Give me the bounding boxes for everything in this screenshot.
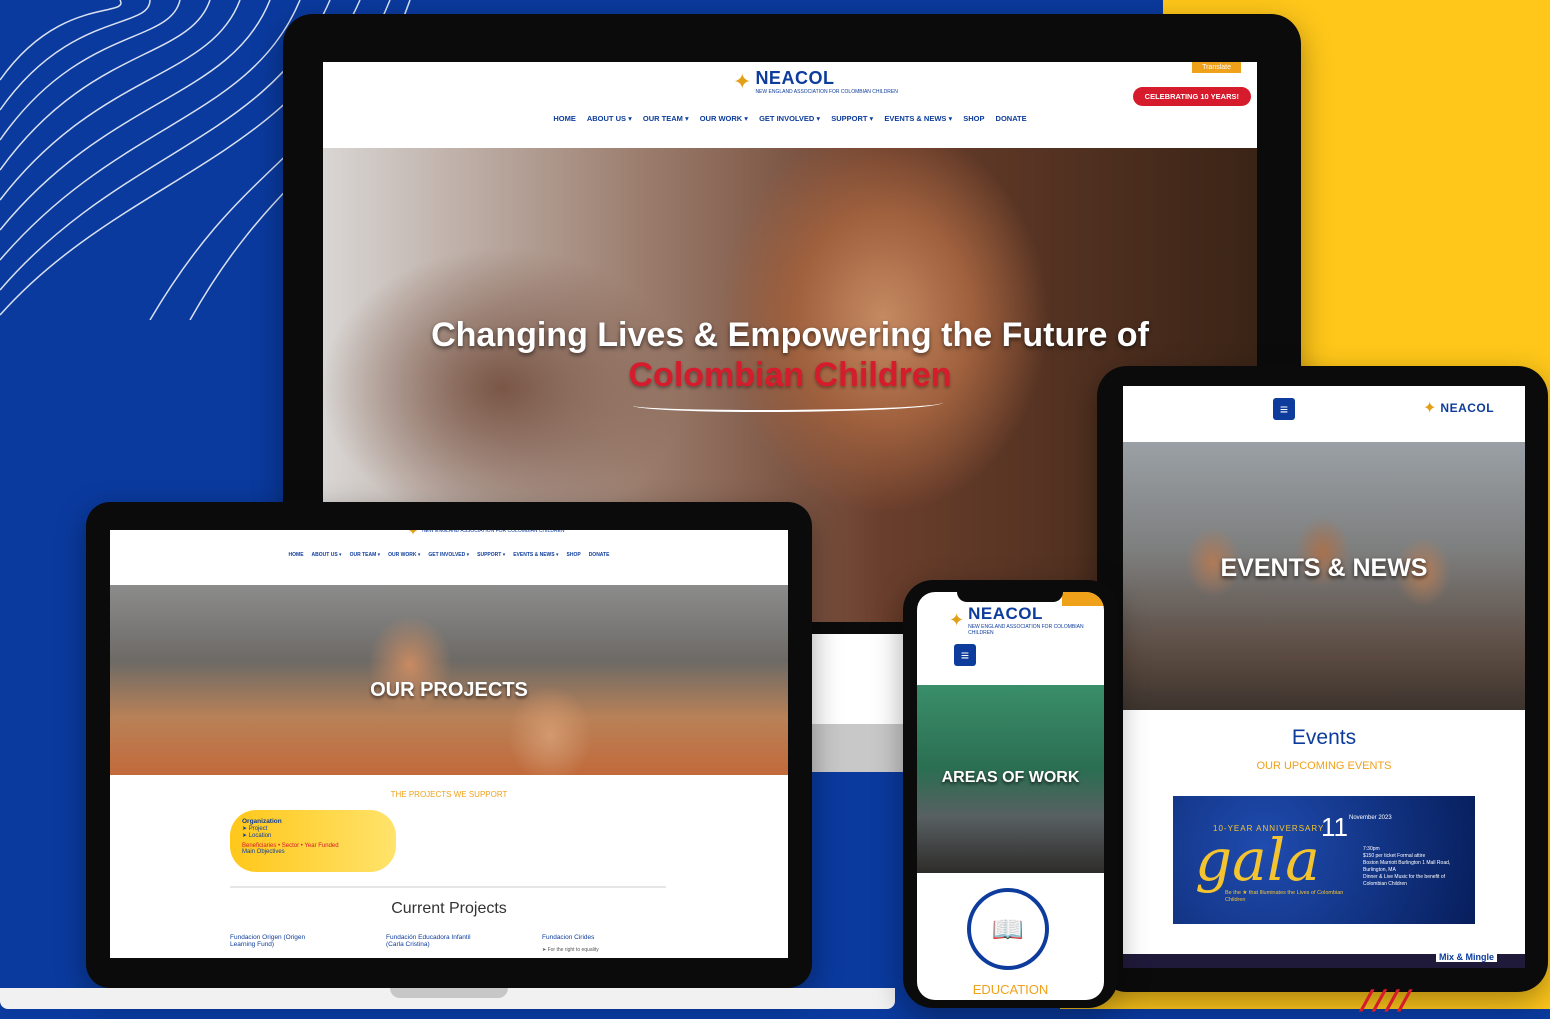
phone-screen: ✦ NEACOL NEW ENGLAND ASSOCIATION FOR COL…	[917, 592, 1104, 1000]
star-logo-icon: ✦	[733, 68, 752, 94]
neacol-logo[interactable]: ✦ NEACOL NEW ENGLAND ASSOCIATION FOR COL…	[733, 68, 898, 95]
mix-mingle-label[interactable]: Mix & Mingle	[1435, 952, 1497, 962]
nav-donate[interactable]: DONATE	[996, 114, 1027, 123]
monitor-stand-base	[810, 724, 910, 772]
org-card-line: ➤ Project	[242, 826, 268, 832]
project-note: ➤ For the right to equality	[542, 947, 599, 953]
nav-shop[interactable]: SHOP	[963, 114, 984, 123]
nav-involved[interactable]: GET INVOLVED ▾	[759, 114, 820, 123]
gala-info: 7:30pm $150 per ticket Formal attire Bos…	[1363, 846, 1463, 888]
book-icon: 📖	[991, 914, 1025, 944]
hamburger-menu-icon[interactable]: ≡	[1273, 398, 1295, 420]
gala-venue: Boston Marriott Burlington 1 Mall Road, …	[1363, 860, 1451, 873]
projects-hero-title: OUR PROJECTS	[370, 679, 528, 701]
current-projects-heading: Current Projects	[391, 900, 507, 917]
events-heading: Events	[1291, 726, 1357, 749]
hero-title: Changing Lives & Empowering the Future o…	[431, 316, 1149, 354]
gala-month-year: November 2023	[1349, 815, 1392, 821]
nav-work[interactable]: OUR WORK ▾	[700, 114, 748, 123]
star-logo-icon: ✦	[949, 609, 965, 630]
laptop-notch	[390, 988, 508, 998]
education-circle[interactable]: 📖	[967, 888, 1049, 970]
logo-wordmark: NEACOL	[968, 604, 1043, 623]
org-card-line: ➤ Location	[242, 833, 272, 839]
logo-tagline: NEW ENGLAND ASSOCIATION FOR COLOMBIAN CH…	[755, 89, 898, 95]
tablet-logo[interactable]: ✦ NEACOL	[1423, 398, 1494, 418]
desktop-header: Translate ✦ NEACOL NEW ENGLAND ASSOCIATI…	[323, 62, 1257, 148]
org-card-line: Main Objectives	[242, 849, 285, 855]
project-link[interactable]: Fundacion Origen (Origen Learning Fund)	[230, 934, 330, 953]
nav-team[interactable]: OUR TEAM ▾	[643, 114, 689, 123]
celebrating-button[interactable]: CELEBRATING 10 YEARS!	[1132, 87, 1251, 106]
translate-button[interactable]: Translate	[1192, 62, 1241, 73]
events-hero-image: EVENTS & NEWS	[1123, 442, 1525, 710]
laptop-device: ✦ NEW ENGLAND ASSOCIATION FOR COLOMBIAN …	[86, 502, 812, 988]
tablet-device: ≡ ✦ NEACOL EVENTS & NEWS Events OUR UPCO…	[1097, 366, 1548, 992]
projects-hero-image: OUR PROJECTS	[110, 585, 788, 775]
divider	[230, 886, 666, 888]
nav-support[interactable]: SUPPORT ▾	[831, 114, 873, 123]
nav-home[interactable]: HOME	[553, 114, 576, 123]
gala-script-title: gala	[1195, 826, 1320, 894]
nav-events[interactable]: EVENTS & NEWS ▾	[884, 114, 952, 123]
project-link[interactable]: Fundación Educadora Infantil (Carla Cris…	[386, 934, 486, 953]
projects-list: Fundacion Origen (Origen Learning Fund) …	[230, 934, 642, 953]
hero-underline	[633, 396, 943, 412]
gala-time: 7:30pm	[1363, 846, 1380, 852]
logo-wordmark: NEACOL	[1440, 401, 1495, 415]
education-label: EDUCATION	[972, 982, 1049, 997]
organization-legend-card: Organization ➤ Project ➤ Location Benefi…	[230, 810, 396, 872]
nav-support[interactable]: SUPPORT ▾	[477, 552, 505, 558]
gala-event-banner[interactable]: 10-YEAR ANNIVERSARY gala 11 November 202…	[1173, 796, 1475, 924]
laptop-nav: HOME ABOUT US ▾ OUR TEAM ▾ OUR WORK ▾ GE…	[110, 552, 788, 558]
gala-day: 11	[1321, 812, 1348, 842]
nav-shop[interactable]: SHOP	[567, 552, 581, 558]
nav-about[interactable]: ABOUT US ▾	[312, 552, 342, 558]
upcoming-events-label: OUR UPCOMING EVENTS	[1256, 760, 1392, 772]
nav-team[interactable]: OUR TEAM ▾	[350, 552, 381, 558]
nav-involved[interactable]: GET INVOLVED ▾	[428, 552, 469, 558]
nav-donate[interactable]: DONATE	[589, 552, 610, 558]
gala-attire: $150 per ticket Formal attire	[1363, 853, 1426, 859]
nav-work[interactable]: OUR WORK ▾	[388, 552, 420, 558]
gala-tagline: Be the ★ that Illuminates the Lives of C…	[1225, 890, 1344, 903]
logo-wordmark: NEACOL	[755, 68, 835, 88]
gala-program: Dinner & Live Music for the benefit of C…	[1363, 874, 1445, 887]
desktop-nav: HOME ABOUT US ▾ OUR TEAM ▾ OUR WORK ▾ GE…	[323, 114, 1257, 123]
nav-home[interactable]: HOME	[289, 552, 304, 558]
areas-hero-title: AREAS OF WORK	[941, 769, 1080, 786]
events-hero-title: EVENTS & NEWS	[1220, 554, 1428, 582]
nav-events[interactable]: EVENTS & NEWS ▾	[513, 552, 558, 558]
tablet-screen: ≡ ✦ NEACOL EVENTS & NEWS Events OUR UPCO…	[1123, 386, 1525, 968]
project-link[interactable]: Fundacion Cirides	[542, 934, 642, 941]
logo-tagline: NEW ENGLAND ASSOCIATION FOR COLOMBIAN CH…	[422, 530, 565, 534]
logo-tagline: NEW ENGLAND ASSOCIATION FOR COLOMBIAN CH…	[968, 624, 1084, 636]
star-logo-icon: ✦	[1423, 400, 1437, 417]
project-item: Fundacion Cirides ➤ For the right to equ…	[542, 934, 642, 953]
nav-about[interactable]: ABOUT US ▾	[587, 114, 632, 123]
phone-device: ✦ NEACOL NEW ENGLAND ASSOCIATION FOR COL…	[903, 580, 1118, 1008]
areas-hero-image: AREAS OF WORK	[917, 685, 1104, 873]
phone-logo[interactable]: ✦ NEACOL NEW ENGLAND ASSOCIATION FOR COL…	[949, 604, 1104, 636]
org-card-title: Organization	[242, 818, 282, 825]
projects-tagline: THE PROJECTS WE SUPPORT	[390, 790, 508, 799]
hamburger-menu-icon[interactable]: ≡	[954, 644, 976, 666]
phone-notch	[957, 590, 1063, 602]
laptop-screen: ✦ NEW ENGLAND ASSOCIATION FOR COLOMBIAN …	[110, 530, 788, 958]
star-logo-icon: ✦	[408, 530, 419, 538]
laptop-logo[interactable]: ✦ NEW ENGLAND ASSOCIATION FOR COLOMBIAN …	[408, 530, 565, 538]
